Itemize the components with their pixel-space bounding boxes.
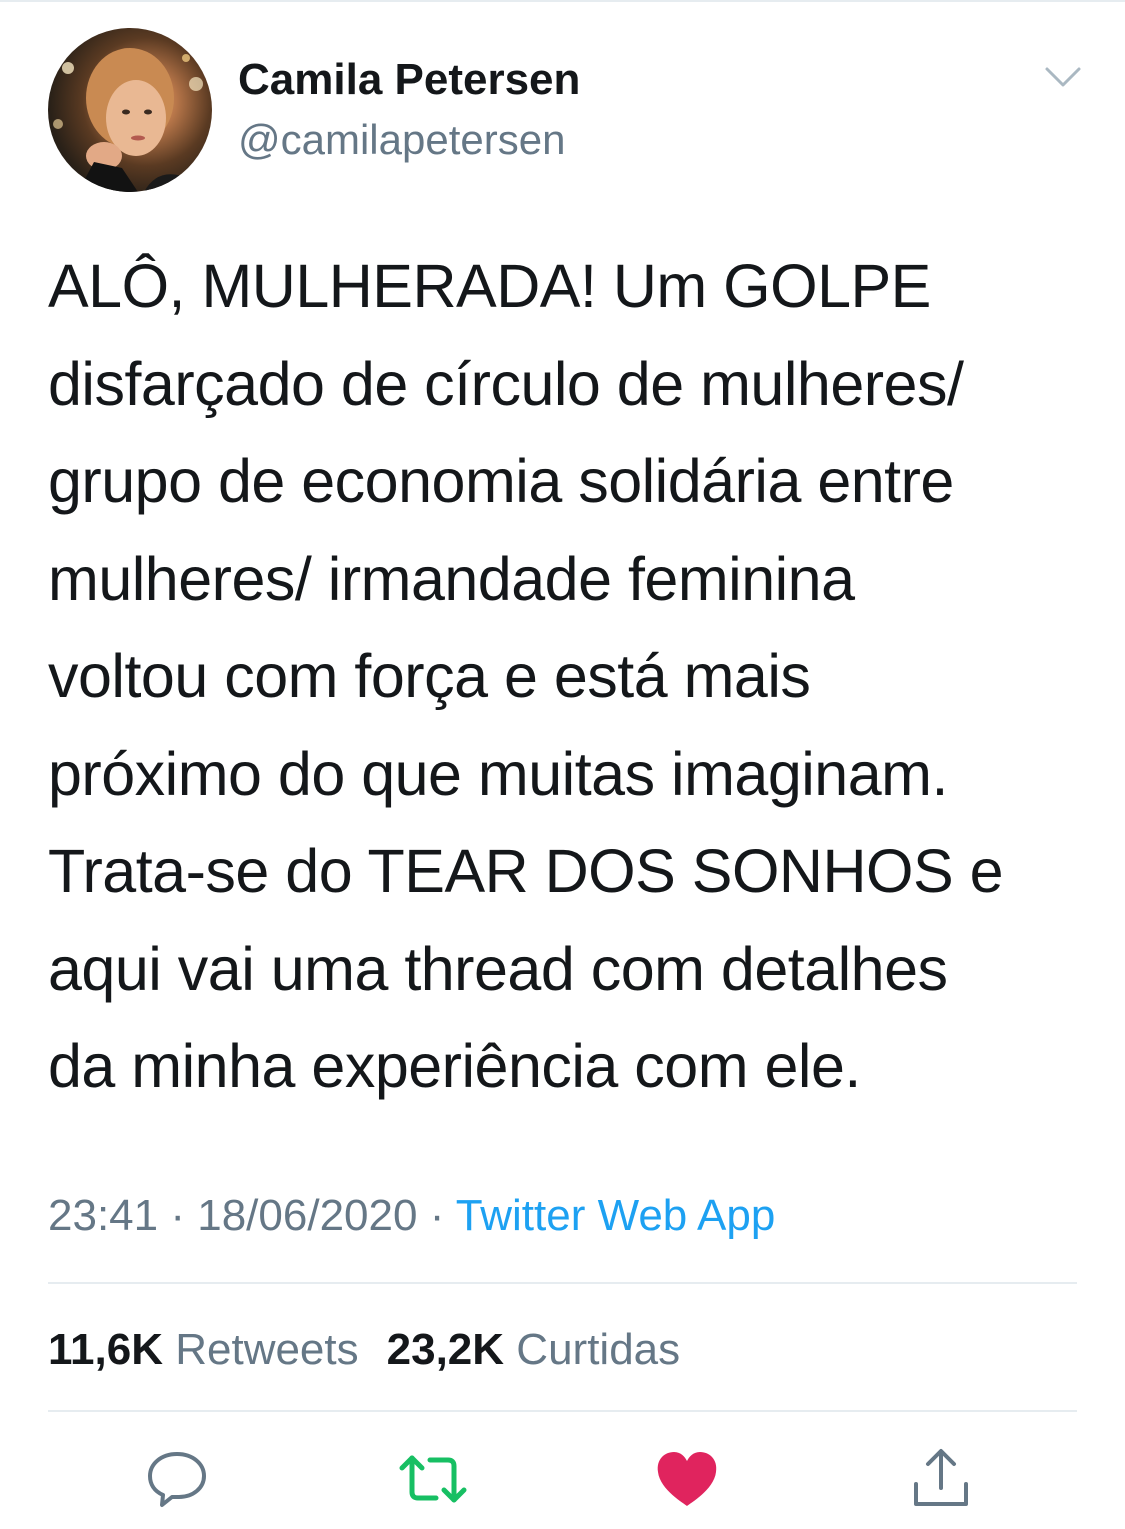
heart-icon <box>657 1452 717 1506</box>
like-button[interactable] <box>652 1444 722 1514</box>
tweet-text-line: disfarçado de círculo de mulheres/ <box>48 349 964 418</box>
tweet-text-line: aqui vai uma thread com detalhes <box>48 934 948 1003</box>
chevron-down-icon[interactable] <box>1042 60 1084 96</box>
tweet-text: ALÔ, MULHERADA! Um GOLPE disfarçado de c… <box>48 238 1088 1116</box>
meta-separator: · <box>170 1191 185 1240</box>
reply-button[interactable] <box>142 1444 212 1514</box>
tweet-stats: 11,6K Retweets 23,2K Curtidas <box>48 1320 680 1380</box>
share-button[interactable] <box>906 1444 976 1514</box>
retweets-label: Retweets <box>175 1325 359 1374</box>
likes-count: 23,2K <box>386 1325 505 1374</box>
tweet-text-line: Trata-se do TEAR DOS SONHOS e <box>48 837 1004 905</box>
author-handle[interactable]: @camilapetersen <box>238 112 565 168</box>
tweet-text-line: voltou com força e está mais <box>48 642 811 710</box>
tweet-time[interactable]: 23:41 <box>48 1191 158 1240</box>
tweet-text-line: próximo do que muitas imaginam. <box>48 739 948 808</box>
likes-label: Curtidas <box>516 1325 681 1374</box>
likes-stat[interactable]: 23,2K Curtidas <box>387 1325 681 1374</box>
avatar[interactable] <box>48 28 212 192</box>
tweet-text-line: da minha experiência com ele. <box>48 1032 861 1100</box>
tweet-meta: 23:41 · 18/06/2020 · Twitter Web App <box>48 1186 775 1246</box>
author-display-name[interactable]: Camila Petersen <box>238 52 580 108</box>
tweet-source-link[interactable]: Twitter Web App <box>456 1191 776 1240</box>
speech-bubble-icon <box>148 1452 206 1507</box>
tweet-text-line: mulheres/ irmandade feminina <box>48 544 855 613</box>
meta-separator: · <box>429 1191 445 1240</box>
retweet-button[interactable] <box>398 1444 468 1514</box>
retweet-arrows-icon <box>399 1455 467 1503</box>
retweets-stat[interactable]: 11,6K Retweets <box>48 1325 359 1374</box>
divider <box>48 1282 1077 1284</box>
share-upload-icon <box>914 1449 968 1506</box>
divider <box>48 1410 1077 1412</box>
top-border <box>0 0 1125 2</box>
tweet-date[interactable]: 18/06/2020 <box>197 1191 417 1240</box>
tweet-text-line: grupo de economia solidária entre <box>48 447 954 515</box>
retweets-count: 11,6K <box>48 1325 163 1374</box>
tweet-text-line: ALÔ, MULHERADA! Um GOLPE <box>48 252 931 320</box>
